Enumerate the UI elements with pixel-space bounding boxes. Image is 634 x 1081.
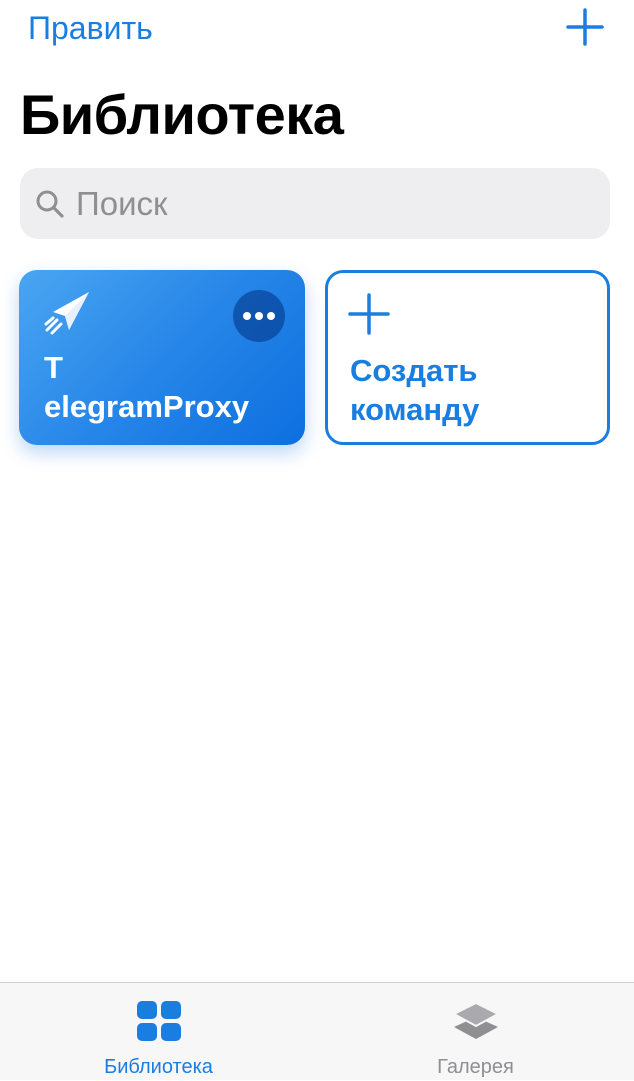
plus-icon [566,8,604,46]
tab-bar: Библиотека Галерея [0,982,634,1080]
create-shortcut-label: Создать команду [350,353,480,427]
tab-gallery-label: Галерея [437,1056,514,1078]
paper-plane-icon [44,292,89,335]
shortcut-card-telegramproxy[interactable]: T elegramProxy [19,270,305,445]
grid-icon [136,1001,181,1041]
create-shortcut-button[interactable]: Создать команду [325,270,610,445]
search-placeholder: Поиск [76,184,168,222]
tab-library[interactable]: Библиотека [0,983,317,1081]
shortcut-more-button[interactable] [233,290,285,342]
tab-library-label: Библиотека [104,1056,213,1078]
search-input[interactable]: Поиск [20,168,610,239]
plus-icon [348,293,390,335]
search-icon [36,190,64,218]
shortcut-title: T elegramProxy [44,350,250,424]
add-button[interactable] [566,8,604,46]
ellipsis-icon [243,312,275,320]
edit-button[interactable]: Править [28,8,153,48]
page-title: Библиотека [20,83,344,146]
layers-icon [451,1001,500,1039]
tab-gallery[interactable]: Галерея [317,983,634,1081]
